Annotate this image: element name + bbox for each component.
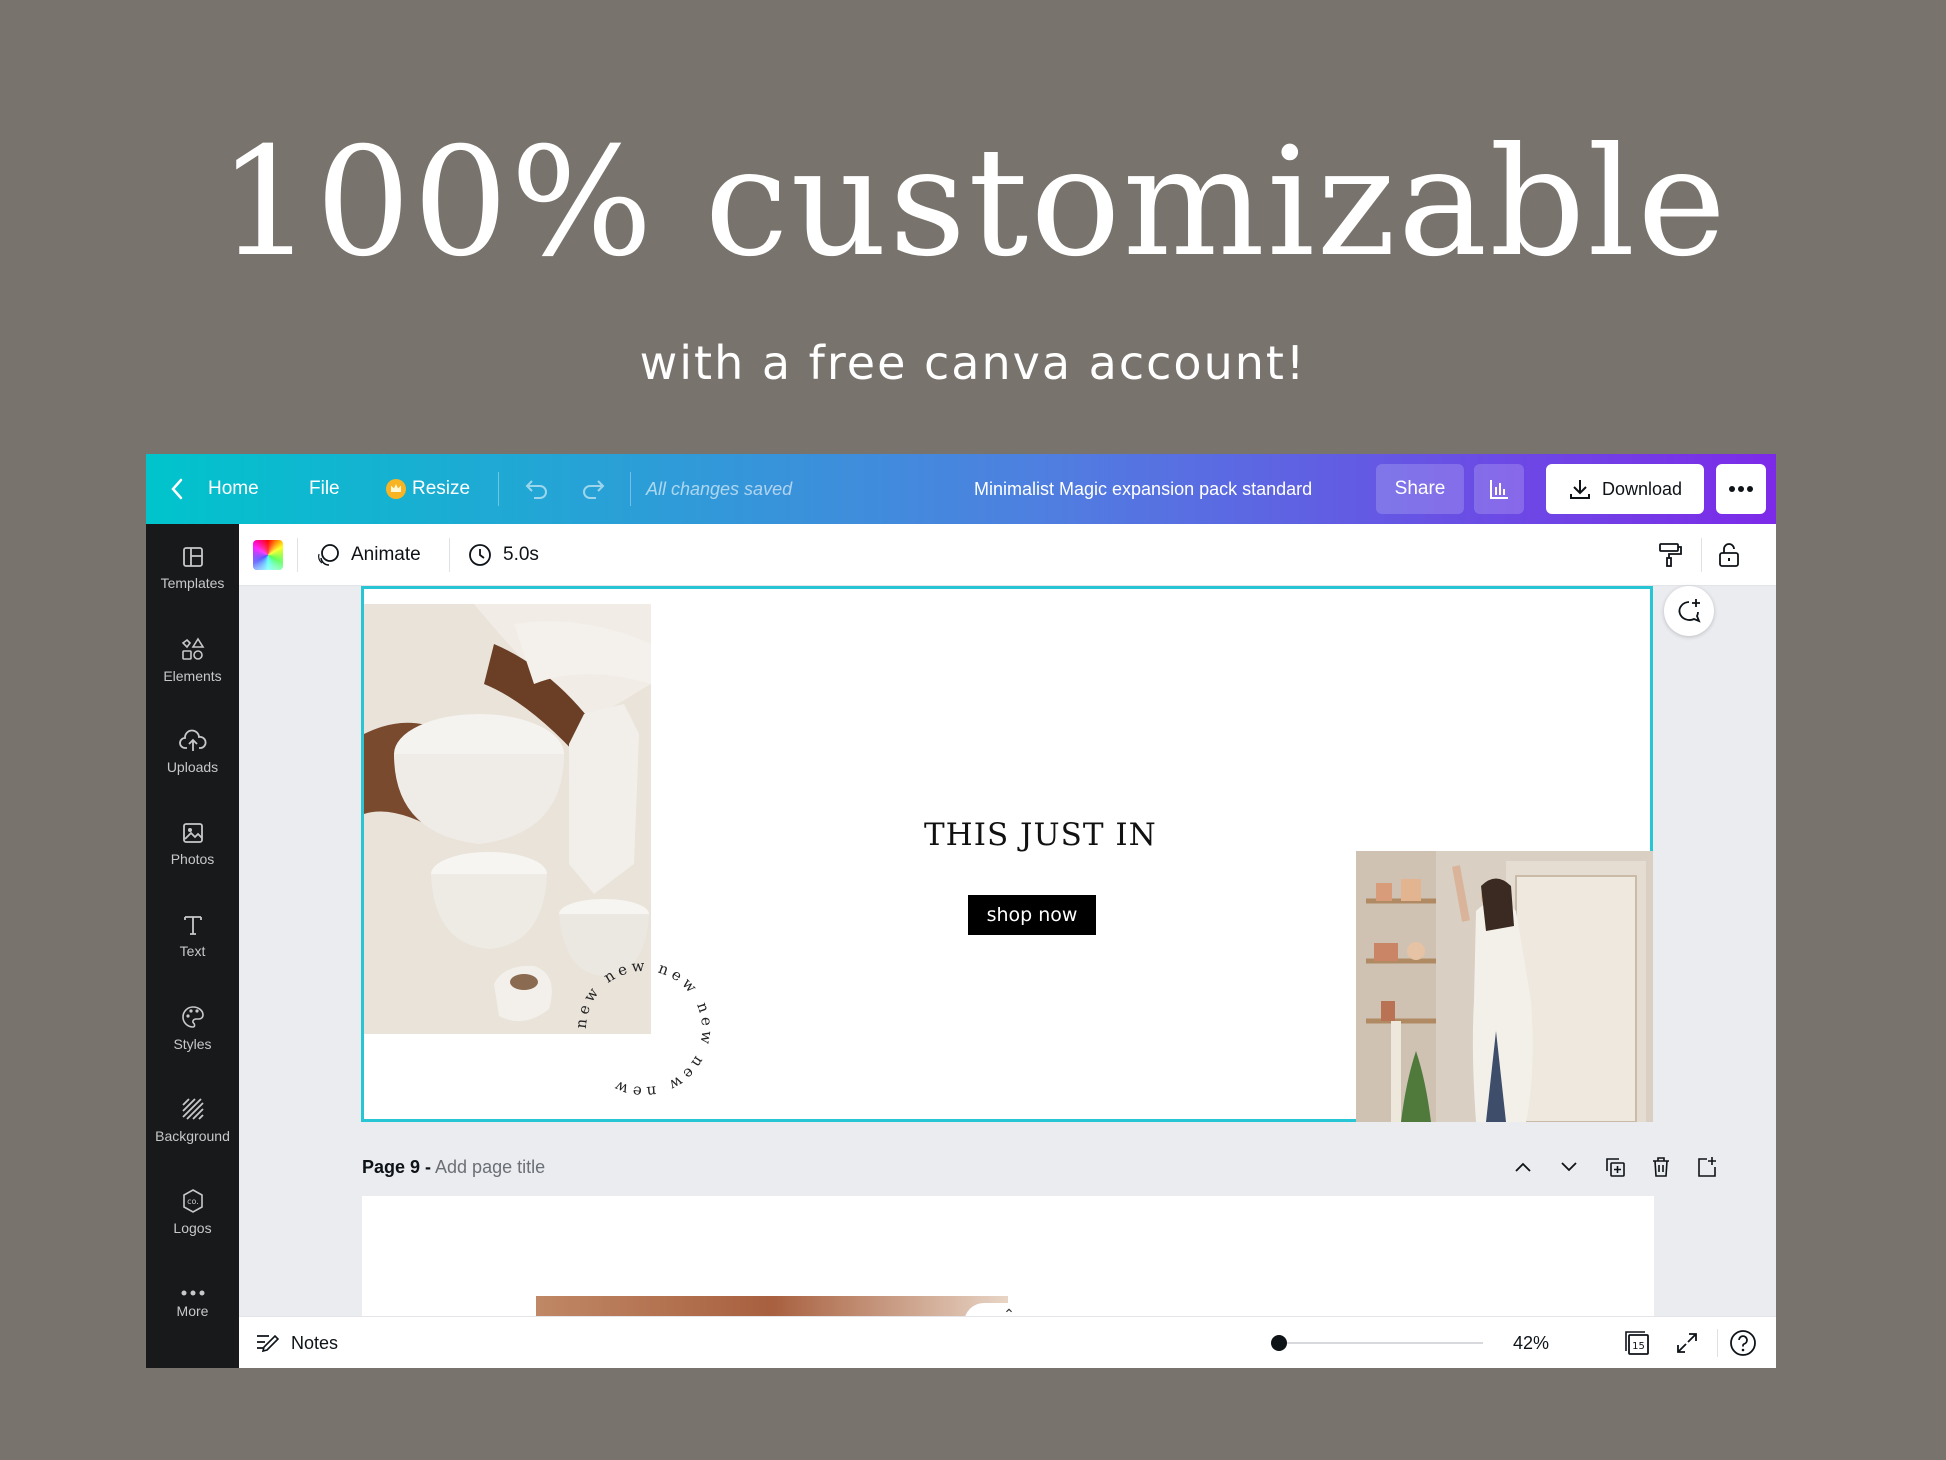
divider [449, 538, 450, 572]
circular-new-stamp[interactable]: new new new new new new [569, 954, 719, 1104]
zoom-slider-thumb[interactable] [1271, 1335, 1288, 1351]
page-number-label: Page 9 - [362, 1156, 432, 1177]
duration-button[interactable]: 5.0s [467, 524, 539, 586]
page-header-bar: Page 9 - Add page title [362, 1150, 1716, 1184]
insights-button[interactable] [1474, 464, 1524, 514]
unlock-icon [1719, 543, 1739, 567]
sidebar-item-label: Styles [173, 1036, 212, 1052]
divider [1701, 538, 1702, 572]
divider [297, 538, 298, 572]
back-chevron-icon[interactable] [170, 454, 184, 524]
more-icon [181, 1290, 204, 1296]
redo-icon[interactable] [580, 454, 608, 524]
stamp-text: new new new new new new [572, 957, 713, 1102]
more-options-button[interactable] [1716, 464, 1766, 514]
help-icon[interactable] [1729, 1329, 1757, 1357]
lock-button[interactable] [1717, 524, 1741, 586]
paint-roller-icon [1659, 543, 1682, 567]
resize-label: Resize [412, 478, 471, 499]
hero-subtitle: with a free canva account! [639, 336, 1307, 390]
document-title[interactable]: Minimalist Magic expansion pack standard [974, 454, 1312, 524]
page-count: 15 [1632, 1341, 1645, 1352]
logos-icon: co. [182, 1189, 203, 1213]
sidebar-item-text[interactable]: Text [146, 896, 239, 976]
sidebar-item-label: Photos [170, 851, 215, 867]
color-picker-swatch[interactable] [253, 540, 283, 570]
resize-button[interactable]: Resize [386, 454, 470, 524]
zoom-level[interactable]: 42% [1513, 1317, 1549, 1368]
move-page-up-chevron-icon[interactable] [1510, 1154, 1536, 1180]
download-icon [1569, 480, 1590, 499]
sidebar-item-logos[interactable]: co. Logos [146, 1172, 239, 1252]
elements-icon [181, 637, 204, 660]
uploads-icon [178, 729, 206, 751]
sidebar-item-label: Uploads [166, 759, 219, 775]
svg-text:new new new new new new: new new new new new new [572, 957, 717, 1102]
download-button[interactable]: Download [1546, 464, 1704, 514]
styles-icon [181, 1006, 204, 1028]
zoom-slider-track[interactable] [1273, 1342, 1483, 1344]
divider [498, 472, 499, 506]
shop-now-button[interactable]: shop now [968, 895, 1096, 935]
add-comment-button[interactable] [1664, 586, 1714, 636]
sidebar-item-more[interactable]: More [146, 1264, 239, 1344]
templates-icon [182, 547, 203, 567]
sidebar-item-photos[interactable]: Photos [146, 804, 239, 884]
copy-style-button[interactable] [1657, 524, 1683, 586]
canva-editor-window: Home File Resize All changes saved Minim… [146, 454, 1776, 1368]
sidebar-item-label: Background [155, 1128, 230, 1144]
page-title-input[interactable]: Add page title [435, 1157, 545, 1178]
save-status: All changes saved [646, 478, 793, 499]
download-label: Download [1601, 478, 1683, 499]
fullscreen-expand-icon[interactable] [1673, 1329, 1701, 1357]
sidebar-item-label: More [176, 1303, 209, 1319]
share-button[interactable]: Share [1376, 464, 1464, 514]
text-icon [183, 916, 202, 935]
notes-icon [257, 1334, 280, 1353]
sidebar-item-templates[interactable]: Templates [146, 528, 239, 608]
ellipsis-icon [1729, 486, 1753, 492]
duration-value: 5.0s [503, 544, 539, 565]
divider [630, 472, 631, 506]
divider [1717, 1329, 1718, 1357]
headline-text[interactable]: THIS JUST IN [924, 817, 1156, 853]
comment-add-icon [1678, 599, 1701, 623]
animate-button[interactable]: Animate [315, 524, 421, 586]
sidebar-item-styles[interactable]: Styles [146, 988, 239, 1068]
sidebar-item-label: Templates [160, 575, 225, 591]
sidebar-item-label: Logos [173, 1220, 212, 1236]
sidebar-item-label: Elements [163, 668, 222, 684]
sidebar-item-label: Text [179, 943, 206, 959]
next-page-preview[interactable] [362, 1196, 1654, 1316]
bottom-bar: Notes 42% 15 [239, 1316, 1776, 1368]
sidebar-item-background[interactable]: Background [146, 1080, 239, 1160]
sidebar-item-uploads[interactable]: Uploads [146, 712, 239, 792]
clock-icon [469, 544, 491, 566]
undo-icon[interactable] [522, 454, 550, 524]
page-count-icon[interactable]: 15 [1623, 1329, 1651, 1357]
home-button[interactable]: Home [208, 454, 259, 524]
delete-page-trash-icon[interactable] [1648, 1154, 1674, 1180]
animate-icon [318, 544, 339, 566]
top-bar: Home File Resize All changes saved Minim… [146, 454, 1776, 524]
animate-label: Animate [351, 544, 421, 565]
crown-icon [386, 479, 406, 499]
notes-button[interactable]: Notes [255, 1317, 338, 1368]
notes-label: Notes [291, 1332, 339, 1353]
file-menu-button[interactable]: File [309, 454, 340, 524]
next-page-photo [536, 1296, 1008, 1316]
bar-chart-icon [1490, 480, 1508, 499]
sidebar-item-elements[interactable]: Elements [146, 620, 239, 700]
design-page-canvas[interactable]: THIS JUST IN shop now new new new new ne… [361, 586, 1653, 1122]
editor-toolbar: Animate 5.0s [239, 524, 1776, 586]
duplicate-page-icon[interactable] [1602, 1154, 1628, 1180]
svg-text:co.: co. [187, 1197, 199, 1206]
add-page-icon[interactable] [1694, 1154, 1720, 1180]
left-sidebar: Templates Elements Uploads Photos Text S… [146, 524, 239, 1368]
background-icon [181, 1098, 204, 1120]
photos-icon [182, 823, 203, 843]
move-page-down-chevron-icon[interactable] [1556, 1154, 1582, 1180]
woman-shelf-photo[interactable] [1356, 851, 1653, 1122]
hero-title: 100% customizable [217, 116, 1729, 290]
